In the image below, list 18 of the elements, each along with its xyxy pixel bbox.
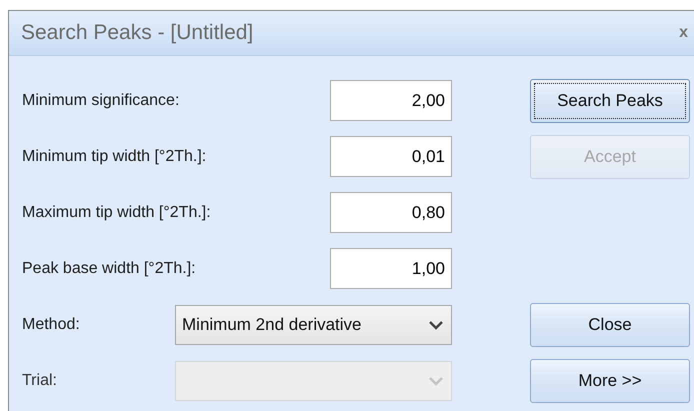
number-field[interactable]: 0,80 (330, 192, 452, 233)
field-label: Minimum significance: (22, 92, 180, 110)
field-label: Minimum tip width [°2Th.]: (22, 148, 208, 166)
dialog-button[interactable]: Search Peaks (530, 78, 690, 122)
window-close-control[interactable]: x (679, 24, 688, 42)
caret-icon (429, 376, 443, 386)
number-field[interactable]: 1,00 (330, 248, 452, 289)
field-label: Method: (22, 316, 81, 334)
field-label: Trial: (22, 372, 58, 390)
caret-icon (429, 320, 443, 330)
dropdown[interactable]: Minimum 2nd derivative (175, 304, 452, 344)
number-field[interactable]: 2,00 (330, 80, 452, 121)
number-field[interactable]: 0,01 (330, 136, 452, 177)
field-label: Peak base width [°2Th.]: (22, 260, 197, 278)
field-label: Maximum tip width [°2Th.]: (22, 204, 212, 222)
dialog-button[interactable]: More >> (530, 358, 690, 402)
window-title: Search Peaks - [Untitled] (21, 21, 254, 45)
dialog-button[interactable]: Close (530, 302, 690, 346)
